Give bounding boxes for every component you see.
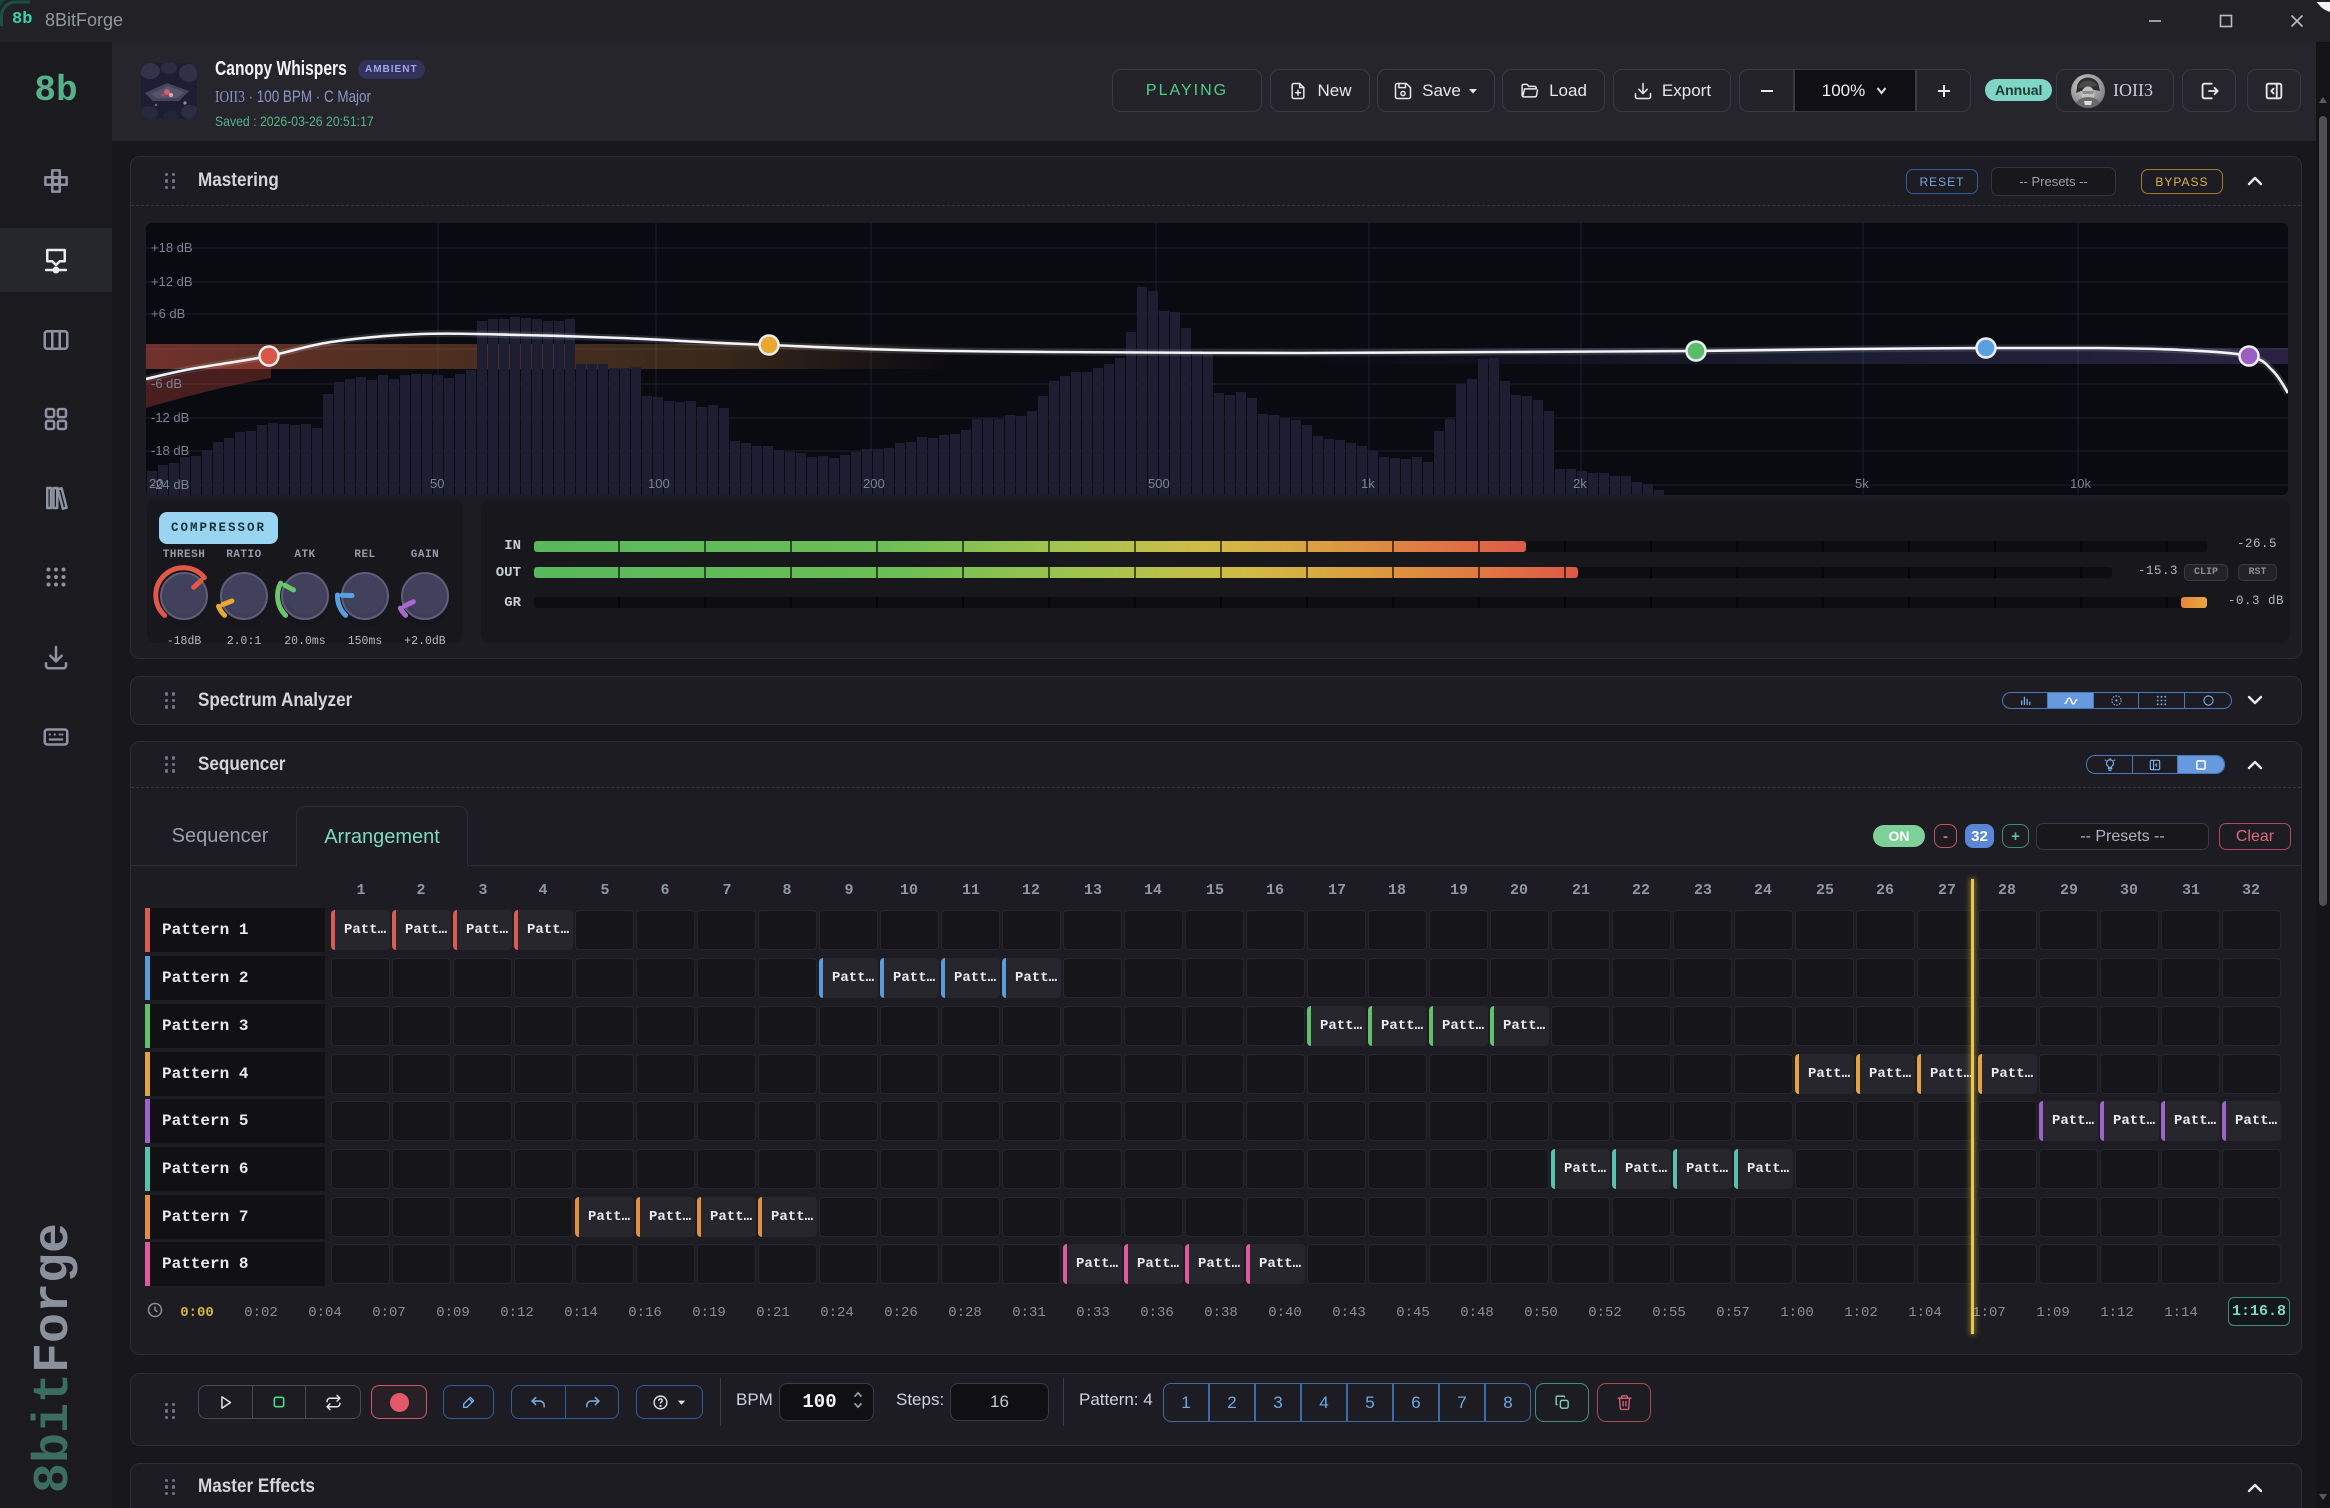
svg-text:10k: 10k [2070, 476, 2091, 491]
svg-text:50: 50 [430, 476, 444, 491]
svg-text:-6 dB: -6 dB [151, 376, 182, 391]
svg-text:+6 dB: +6 dB [151, 306, 185, 321]
svg-text:20: 20 [149, 476, 163, 491]
svg-text:+12 dB: +12 dB [151, 274, 193, 289]
svg-text:-18 dB: -18 dB [151, 443, 189, 458]
svg-text:100: 100 [648, 476, 670, 491]
svg-text:-12 dB: -12 dB [151, 410, 189, 425]
svg-text:200: 200 [863, 476, 885, 491]
svg-text:5k: 5k [1855, 476, 1869, 491]
svg-text:1k: 1k [1361, 476, 1375, 491]
svg-text:+18 dB: +18 dB [151, 240, 193, 255]
svg-text:2k: 2k [1573, 476, 1587, 491]
svg-text:500: 500 [1148, 476, 1170, 491]
